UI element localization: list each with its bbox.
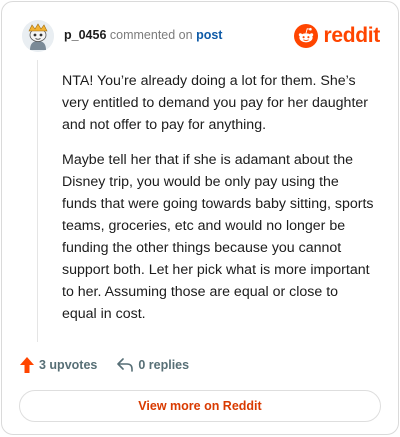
- user-avatar[interactable]: [22, 20, 54, 52]
- upvote-arrow-icon: [20, 357, 34, 373]
- snoo-avatar-icon: [22, 20, 54, 52]
- reply-count: 0 replies: [138, 358, 190, 372]
- username-link[interactable]: p_0456: [64, 28, 106, 42]
- comment-meta: p_0456 commented on post: [64, 28, 222, 42]
- post-link[interactable]: post: [196, 28, 222, 42]
- upvote-count: 3 upvotes: [39, 358, 98, 372]
- comment-actions: 3 upvotes 0 replies: [20, 354, 189, 376]
- thread-line: [37, 60, 38, 342]
- reply-arrow-icon: [117, 358, 134, 372]
- comment-header: p_0456 commented on post reddit: [22, 20, 380, 52]
- comment-body: NTA! You’re already doing a lot for them…: [62, 70, 374, 338]
- upvote-button[interactable]: 3 upvotes: [20, 357, 97, 373]
- view-more-on-reddit-button[interactable]: View more on Reddit: [19, 390, 381, 422]
- reddit-logo-icon: [294, 24, 319, 48]
- comment-paragraph: Maybe tell her that if she is adamant ab…: [62, 152, 374, 322]
- replies-button[interactable]: 0 replies: [117, 358, 189, 372]
- embedded-comment-card: p_0456 commented on post reddit NTA! You…: [1, 1, 399, 435]
- reddit-wordmark: reddit: [323, 24, 380, 47]
- commented-on-text: commented on: [109, 28, 193, 42]
- reddit-brand[interactable]: reddit: [294, 22, 380, 50]
- comment-paragraph: NTA! You’re already doing a lot for them…: [62, 73, 369, 133]
